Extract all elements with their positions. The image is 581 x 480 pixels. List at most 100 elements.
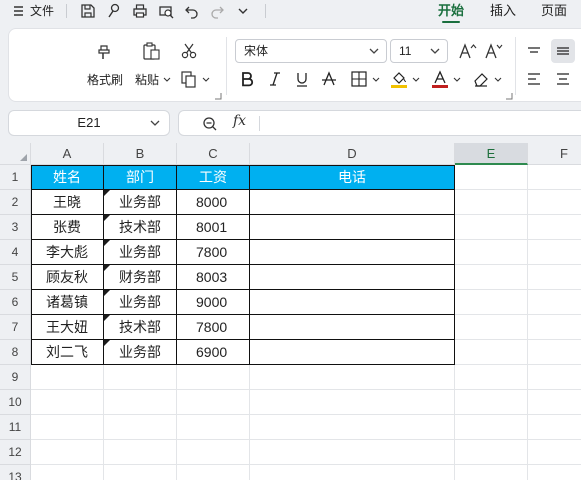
cell-d5[interactable] — [250, 265, 455, 290]
align-middle-button[interactable] — [551, 39, 575, 63]
paste-icon[interactable] — [141, 41, 161, 61]
header-cell-b[interactable]: 部门 — [104, 165, 177, 190]
cell-f9[interactable] — [528, 365, 581, 390]
cell-f3[interactable] — [528, 215, 581, 240]
cell-f2[interactable] — [528, 190, 581, 215]
cell-c5[interactable]: 8003 — [177, 265, 250, 290]
font-size-select[interactable]: 11 — [390, 39, 448, 63]
font-color-icon[interactable] — [430, 69, 450, 89]
cell-e9[interactable] — [455, 365, 528, 390]
align-center-icon[interactable] — [553, 69, 573, 89]
italic-icon[interactable] — [265, 69, 285, 89]
cell-c3[interactable]: 8001 — [177, 215, 250, 240]
cell-b10[interactable] — [104, 390, 177, 415]
cell-e6[interactable] — [455, 290, 528, 315]
cell-c10[interactable] — [177, 390, 250, 415]
cell-c12[interactable] — [177, 440, 250, 465]
row-header-7[interactable]: 7 — [0, 315, 31, 340]
cell-e5[interactable] — [455, 265, 528, 290]
file-menu[interactable]: 文件 — [30, 2, 54, 20]
chevron-down-icon[interactable] — [453, 76, 461, 84]
bold-icon[interactable] — [237, 69, 257, 89]
format-painter-button[interactable]: 格式刷 — [87, 71, 123, 88]
cell-a7[interactable]: 王大妞 — [31, 315, 104, 340]
cell-a6[interactable]: 诸葛镇 — [31, 290, 104, 315]
zoom-icon[interactable] — [201, 115, 219, 133]
chevron-down-icon[interactable] — [412, 76, 420, 84]
cell-c7[interactable]: 7800 — [177, 315, 250, 340]
spreadsheet-grid[interactable]: A B C D E F 1 姓名 部门 工资 电话 2 王晓 业务部 8000 3 张费 技术部 8001 4 李大彪业… — [0, 143, 581, 480]
cell-b9[interactable] — [104, 365, 177, 390]
row-header-8[interactable]: 8 — [0, 340, 31, 365]
row-header-5[interactable]: 5 — [0, 265, 31, 290]
cell-a11[interactable] — [31, 415, 104, 440]
align-left-icon[interactable] — [524, 69, 544, 89]
cell-e2[interactable] — [455, 190, 528, 215]
cell-d6[interactable] — [250, 290, 455, 315]
chevron-down-icon[interactable] — [202, 76, 210, 84]
chevron-down-icon[interactable] — [234, 2, 252, 20]
cell-d7[interactable] — [250, 315, 455, 340]
chevron-down-icon[interactable] — [494, 76, 502, 84]
align-top-icon[interactable] — [524, 41, 544, 61]
hamburger-icon[interactable] — [10, 2, 28, 20]
formula-bar[interactable]: fx — [178, 110, 581, 136]
row-header-10[interactable]: 10 — [0, 390, 31, 415]
cell-a9[interactable] — [31, 365, 104, 390]
cell-e1[interactable] — [455, 165, 528, 190]
row-header-3[interactable]: 3 — [0, 215, 31, 240]
chevron-down-icon[interactable] — [163, 76, 171, 84]
cell-c4[interactable]: 7800 — [177, 240, 250, 265]
cell-f4[interactable] — [528, 240, 581, 265]
cell-f11[interactable] — [528, 415, 581, 440]
dialog-launcher-icon[interactable] — [214, 92, 222, 100]
cell-b5[interactable]: 财务部 — [104, 265, 177, 290]
cell-c13[interactable] — [177, 465, 250, 480]
cell-b3[interactable]: 技术部 — [104, 215, 177, 240]
tab-page[interactable]: 页面 — [541, 0, 567, 22]
cell-b11[interactable] — [104, 415, 177, 440]
name-box[interactable]: E21 — [8, 110, 170, 136]
select-all-corner[interactable] — [0, 143, 31, 165]
cut-icon[interactable] — [179, 41, 199, 61]
cell-f12[interactable] — [528, 440, 581, 465]
column-header-f[interactable]: F — [528, 143, 581, 165]
cell-e13[interactable] — [455, 465, 528, 480]
row-header-11[interactable]: 11 — [0, 415, 31, 440]
cell-a8[interactable]: 刘二飞 — [31, 340, 104, 365]
cell-f5[interactable] — [528, 265, 581, 290]
cell-a10[interactable] — [31, 390, 104, 415]
cell-e7[interactable] — [455, 315, 528, 340]
cell-b2[interactable]: 业务部 — [104, 190, 177, 215]
cell-b12[interactable] — [104, 440, 177, 465]
font-name-select[interactable]: 宋体 — [235, 39, 387, 63]
header-cell-a[interactable]: 姓名 — [31, 165, 104, 190]
save-icon[interactable] — [79, 2, 97, 20]
redo-icon[interactable] — [208, 2, 226, 20]
cell-d4[interactable] — [250, 240, 455, 265]
cell-c11[interactable] — [177, 415, 250, 440]
column-header-e[interactable]: E — [455, 143, 528, 165]
increase-font-size-icon[interactable] — [457, 41, 477, 61]
cell-e8[interactable] — [455, 340, 528, 365]
cell-d3[interactable] — [250, 215, 455, 240]
cell-e12[interactable] — [455, 440, 528, 465]
row-header-12[interactable]: 12 — [0, 440, 31, 465]
copy-icon[interactable] — [179, 69, 199, 89]
cell-a3[interactable]: 张费 — [31, 215, 104, 240]
function-icon[interactable]: fx — [233, 113, 246, 129]
cell-a5[interactable]: 顾友秋 — [31, 265, 104, 290]
cell-a12[interactable] — [31, 440, 104, 465]
tab-home[interactable]: 开始 — [438, 0, 464, 23]
row-header-2[interactable]: 2 — [0, 190, 31, 215]
cell-d9[interactable] — [250, 365, 455, 390]
cell-d12[interactable] — [250, 440, 455, 465]
cell-f10[interactable] — [528, 390, 581, 415]
column-header-a[interactable]: A — [31, 143, 104, 165]
clear-format-icon[interactable] — [471, 69, 491, 89]
cell-e4[interactable] — [455, 240, 528, 265]
format-brush-icon[interactable] — [105, 2, 123, 20]
cell-e3[interactable] — [455, 215, 528, 240]
cell-d2[interactable] — [250, 190, 455, 215]
cell-d8[interactable] — [250, 340, 455, 365]
